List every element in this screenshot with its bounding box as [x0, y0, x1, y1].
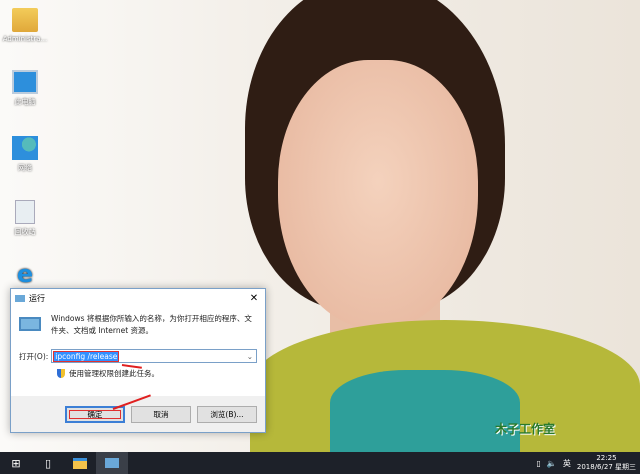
file-explorer-button[interactable]: [64, 452, 96, 474]
admin-note: 使用管理权限创建此任务。: [69, 369, 159, 378]
taskbar: ⊞ ▯ ▯ 🔈 英 22:25 2018/6/27 星期三: [0, 452, 640, 474]
dialog-titlebar: 运行 ✕: [11, 289, 265, 307]
clock-time: 22:25: [596, 454, 617, 462]
command-text: ipconfig /release: [53, 350, 120, 362]
wallpaper-top: [330, 370, 520, 452]
dialog-footer: 确定 取消 浏览(B)...: [11, 396, 265, 432]
command-input[interactable]: ipconfig /release ⌄: [51, 349, 257, 363]
desktop-icon-this-pc[interactable]: 此电脑: [2, 70, 48, 107]
watermark: 木子工作室: [495, 422, 556, 436]
usb-icon[interactable]: ▯: [537, 459, 541, 468]
icon-label: 网络: [18, 164, 32, 172]
task-view-icon: ▯: [44, 456, 52, 470]
browse-button[interactable]: 浏览(B)...: [197, 406, 257, 423]
run-app-icon: [19, 317, 41, 331]
computer-icon: [12, 70, 38, 94]
internet-explorer-icon: e: [16, 260, 34, 288]
close-button[interactable]: ✕: [243, 293, 265, 304]
chevron-down-icon[interactable]: ⌄: [247, 352, 256, 361]
network-icon: [12, 136, 38, 160]
dialog-description: Windows 将根据你所输入的名称，为你打开相应的程序、文件夹、文档或 Int…: [51, 314, 252, 335]
volume-icon[interactable]: 🔈: [547, 459, 557, 468]
icon-label: 回收站: [14, 228, 36, 236]
folder-icon: [73, 457, 87, 469]
recycle-bin-icon: [15, 200, 35, 224]
user-folder-icon: [12, 8, 38, 32]
task-view-button[interactable]: ▯: [32, 452, 64, 474]
run-dialog: 运行 ✕ Windows 将根据你所输入的名称，为你打开相应的程序、文件夹、文档…: [10, 288, 266, 433]
icon-label: Administra...: [2, 35, 48, 43]
open-label: 打开(O):: [19, 351, 49, 361]
dialog-title: 运行: [29, 293, 45, 303]
system-tray: ▯ 🔈 英 22:25 2018/6/27 星期三: [537, 454, 640, 472]
windows-icon: ⊞: [11, 456, 21, 470]
desktop-icon-administrator[interactable]: Administra...: [2, 8, 48, 43]
start-button[interactable]: ⊞: [0, 452, 32, 474]
clock-date: 2018/6/27 星期三: [576, 463, 636, 471]
desktop-icon-ie[interactable]: e: [2, 262, 48, 289]
icon-label: 此电脑: [14, 98, 36, 106]
run-icon: [15, 294, 25, 302]
clock[interactable]: 22:25 2018/6/27 星期三: [577, 454, 636, 472]
wallpaper-face: [278, 60, 478, 330]
input-language[interactable]: 英: [563, 458, 571, 469]
run-taskbar-button[interactable]: [96, 452, 128, 474]
run-icon: [105, 458, 119, 468]
shield-icon: [57, 369, 65, 378]
cancel-button[interactable]: 取消: [131, 406, 191, 423]
desktop-icon-network[interactable]: 网络: [2, 136, 48, 173]
desktop-icon-recycle-bin[interactable]: 回收站: [2, 200, 48, 237]
